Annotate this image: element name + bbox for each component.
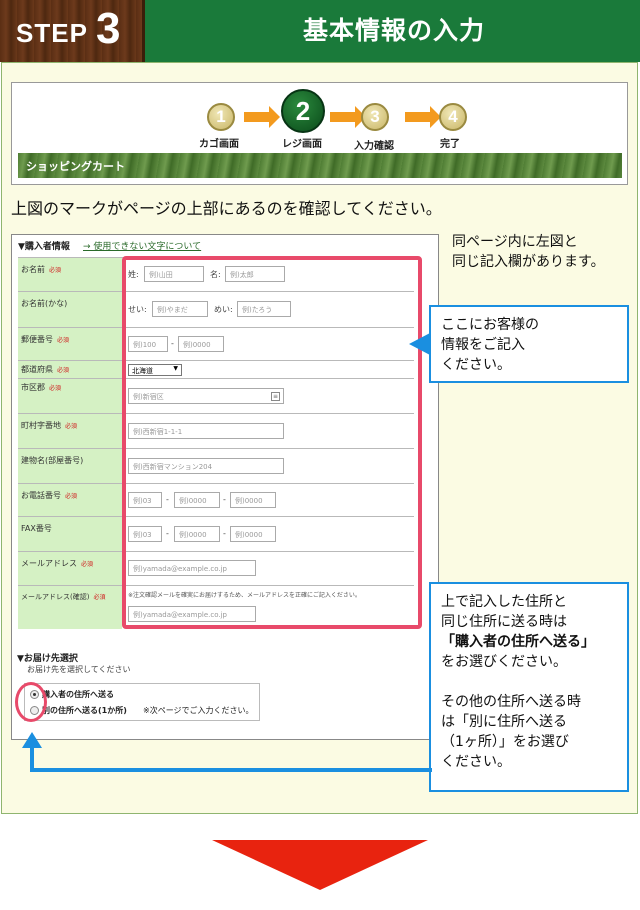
step-badge: STEP 3	[0, 0, 145, 62]
callout-line: 同じ住所に送る時は	[441, 614, 567, 630]
cart-bar: ショッピングカート	[18, 153, 622, 178]
tel-label: お電話番号	[21, 491, 61, 500]
town-label: 町村字番地	[21, 421, 61, 430]
step-word: STEP	[16, 18, 88, 48]
step-1-icon: 1	[207, 103, 235, 131]
callout-form-info: ここにお客様の 情報をご記入 ください。	[429, 305, 629, 383]
kana-label: お名前(かな)	[21, 299, 68, 308]
option-other-address-note: ※次ページでご入力ください。	[143, 706, 254, 715]
email-label: メールアドレス	[21, 559, 77, 568]
instruction-text: 上図のマークがページの上部にあるのを確認してください。	[11, 199, 442, 218]
zip-label: 郵便番号	[21, 335, 53, 344]
arrow-right-icon	[244, 106, 280, 128]
step-2-icon: 2	[281, 89, 325, 133]
required-badge: 必須	[57, 367, 70, 374]
required-badge: 必須	[81, 561, 94, 568]
callout-emphasis: 「購入者の住所へ送る」	[441, 634, 595, 650]
step-3-icon: 3	[361, 103, 389, 131]
side-note-line: 同ページ内に左図と	[452, 234, 578, 250]
callout-line: 情報をご記入	[441, 337, 525, 353]
step-1-label: カゴ画面	[199, 139, 239, 150]
side-note-line: 同じ記入欄があります。	[452, 254, 605, 270]
required-badge: 必須	[65, 423, 78, 430]
required-badge: 必須	[57, 337, 70, 344]
option-buyer-address-label: 購入者の住所へ送る	[42, 690, 114, 699]
progress-screenshot: 1 カゴ画面 2 レジ画面 3 入力確認 4 完了 ショッピングカート	[11, 82, 628, 185]
building-label: 建物名(部屋番号)	[21, 456, 84, 465]
next-step-arrow-icon	[212, 840, 428, 890]
callout-pointer-icon	[409, 333, 430, 355]
delivery-options: 購入者の住所へ送る 別の住所へ送る(1か所) ※次ページでご入力ください。	[24, 683, 260, 721]
step-4-icon: 4	[439, 103, 467, 131]
arrow-right-icon	[405, 106, 441, 128]
delivery-subtitle: お届け先を選択してください	[27, 665, 131, 674]
delivery-heading: ▼お届け先選択	[17, 654, 78, 664]
callout-line: ください。	[441, 357, 511, 373]
required-badge: 必須	[49, 267, 62, 274]
pref-label: 都道府県	[21, 365, 53, 374]
callout-line: ください。	[441, 754, 511, 770]
form-highlight-frame	[122, 256, 422, 629]
radio-highlight-circle	[15, 682, 47, 722]
step-number: 3	[96, 4, 121, 53]
connector-line	[30, 768, 432, 772]
fax-label: FAX番号	[21, 524, 52, 533]
step-4-label: 完了	[440, 139, 460, 150]
arrow-right-icon	[330, 106, 366, 128]
required-badge: 必須	[93, 594, 106, 601]
option-other-address-label: 別の住所へ送る(1か所)	[42, 706, 127, 715]
page-title: 基本情報の入力	[302, 16, 485, 45]
callout-line: をお選びください。	[441, 654, 567, 670]
page-header: STEP 3 基本情報の入力	[0, 0, 640, 62]
callout-line: その他の住所へ送る時	[441, 694, 581, 710]
side-note: 同ページ内に左図と 同じ記入欄があります。	[452, 232, 605, 272]
step-2-label: レジ画面	[282, 139, 322, 150]
name-label: お名前	[21, 265, 45, 274]
email-confirm-label: メールアドレス(確認)	[21, 593, 90, 601]
required-badge: 必須	[65, 493, 78, 500]
callout-line: 上で記入した住所と	[441, 594, 567, 610]
buyer-info-heading: ▼購入者情報	[18, 242, 70, 252]
city-label: 市区郡	[21, 383, 45, 392]
invalid-chars-link[interactable]: → 使用できない文字について	[83, 239, 201, 252]
cart-label: ショッピングカート	[26, 160, 125, 173]
callout-line: ここにお客様の	[441, 317, 539, 333]
callout-delivery-info: 上で記入した住所と 同じ住所に送る時は 「購入者の住所へ送る」 をお選びください…	[429, 582, 629, 792]
callout-line: （1ヶ所）」をお選び	[441, 734, 569, 750]
callout-line: は「別に住所へ送る	[441, 714, 567, 730]
step-3-label: 入力確認	[354, 141, 394, 152]
required-badge: 必須	[49, 385, 62, 392]
